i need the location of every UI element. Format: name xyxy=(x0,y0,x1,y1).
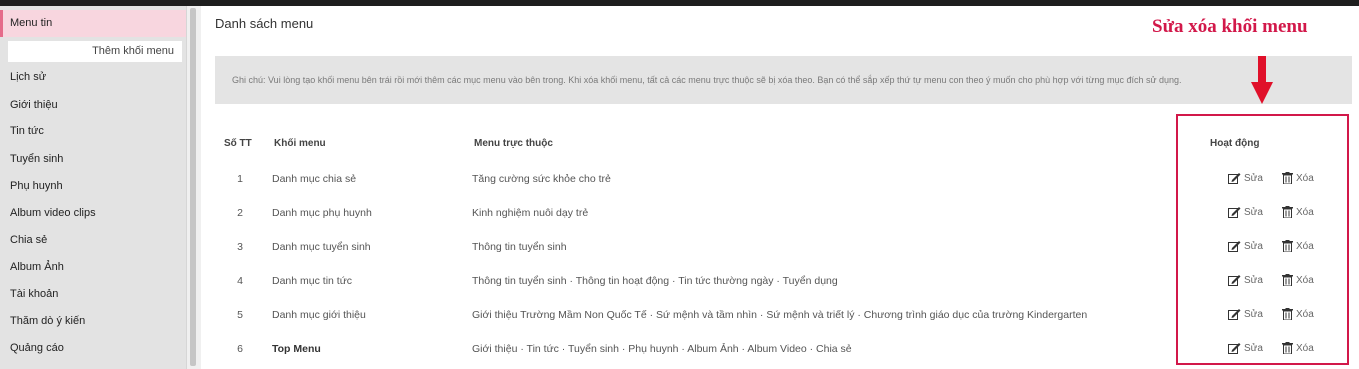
row-3-stt: 3 xyxy=(237,241,243,253)
sidebar-item-account[interactable]: Tài khoản xyxy=(0,281,186,308)
sidebar-item-parents[interactable]: Phụ huynh xyxy=(0,173,186,200)
row-2-block: Danh mục phụ huynh xyxy=(272,207,372,219)
col-header-stt: Số TT xyxy=(224,138,252,149)
window-top-bar xyxy=(0,0,1359,6)
sidebar-item-ads[interactable]: Quảng cáo xyxy=(0,335,186,362)
annotation-label: Sửa xóa khối menu xyxy=(1152,16,1308,37)
sidebar-item-photo-album[interactable]: Album Ảnh xyxy=(0,254,186,281)
row-6-children: Giới thiệu · Tin tức · Tuyển sinh · Phụ … xyxy=(472,343,852,355)
sidebar-item-admission[interactable]: Tuyển sinh xyxy=(0,146,186,173)
notice-box: Ghi chú: Vui lòng tạo khối menu bên trái… xyxy=(215,56,1352,104)
row-1-stt: 1 xyxy=(237,173,243,185)
sidebar-item-about[interactable]: Giới thiệu xyxy=(0,92,186,119)
sidebar-item-share[interactable]: Chia sẻ xyxy=(0,227,186,254)
row-1-block: Danh mục chia sẻ xyxy=(272,173,357,185)
row-6-stt: 6 xyxy=(237,343,243,355)
row-2-children: Kinh nghiệm nuôi dạy trẻ xyxy=(472,207,589,219)
sidebar-item-history[interactable]: Lịch sử xyxy=(0,64,186,91)
annotation-arrow-icon xyxy=(1251,56,1273,104)
scrollbar-thumb[interactable] xyxy=(190,8,196,366)
row-1-children: Tăng cường sức khỏe cho trẻ xyxy=(472,173,611,185)
sidebar: Menu tin Thêm khối menu Lịch sử Giới thi… xyxy=(0,6,186,369)
sidebar-item-video-album[interactable]: Album video clips xyxy=(0,200,186,227)
row-5-block: Danh mục giới thiệu xyxy=(272,309,366,321)
row-3-children: Thông tin tuyển sinh xyxy=(472,241,567,253)
sidebar-scrollbar[interactable] xyxy=(186,6,201,369)
sidebar-item-news[interactable]: Tin tức xyxy=(0,118,186,145)
sidebar-item-poll[interactable]: Thăm dò ý kiến xyxy=(0,308,186,335)
page-title: Danh sách menu xyxy=(215,16,314,31)
row-4-stt: 4 xyxy=(237,275,243,287)
row-4-children: Thông tin tuyển sinh · Thông tin hoạt độ… xyxy=(472,275,838,287)
annotation-highlight-box xyxy=(1176,114,1349,365)
row-4-block: Danh mục tin tức xyxy=(272,275,352,287)
col-header-children: Menu trực thuộc xyxy=(474,138,553,149)
sidebar-item-menu[interactable]: Menu tin xyxy=(0,10,186,37)
col-header-block: Khối menu xyxy=(274,138,326,149)
sidebar-subitem-add-menu-block[interactable]: Thêm khối menu xyxy=(8,41,182,62)
row-2-stt: 2 xyxy=(237,207,243,219)
row-6-block: Top Menu xyxy=(272,343,321,355)
row-3-block: Danh mục tuyển sinh xyxy=(272,241,371,253)
row-5-children: Giới thiệu Trường Mầm Non Quốc Tế · Sứ m… xyxy=(472,309,1088,321)
row-5-stt: 5 xyxy=(237,309,243,321)
